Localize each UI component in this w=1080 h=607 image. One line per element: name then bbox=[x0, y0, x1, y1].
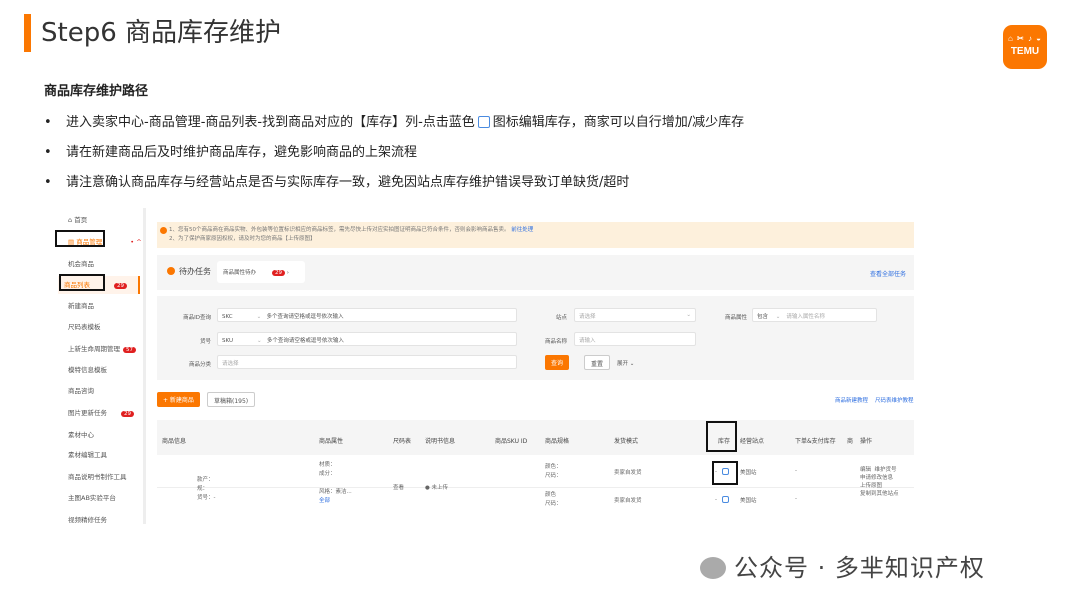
sidebar-item[interactable]: 图片更新任务 29 bbox=[68, 407, 134, 417]
drafts-button[interactable]: 草稿箱(195) bbox=[207, 392, 256, 407]
site-select[interactable]: 请选择 ⌄ bbox=[574, 308, 696, 322]
search-button[interactable]: 查询 bbox=[545, 355, 570, 370]
spec: 颜色： 尺码： bbox=[545, 464, 562, 479]
copy-to-site-link[interactable]: 复制到其他站点 bbox=[860, 491, 899, 497]
label: 站点 bbox=[555, 315, 567, 321]
sidebar: ⌂ 首页 ▤ 商品管理 • ^ 机会商品 商品列表 29 新建商品 尺码表模板 上… bbox=[52, 208, 146, 524]
alert-link[interactable]: 前往处理 bbox=[511, 227, 533, 233]
sidebar-item[interactable]: 模特信息模板 bbox=[68, 364, 107, 374]
product-attributes: 材质： 成分： 风格：素洁... 全部 bbox=[319, 462, 352, 504]
label: 商品名称 bbox=[544, 339, 567, 345]
new-product-button[interactable]: + 新建商品 bbox=[157, 392, 200, 407]
slide-title: Step6 商品库存维护 bbox=[41, 18, 282, 48]
bullet-3: • 请注意确认商品库存与经营站点是否与实际库存一致，避免因站点库存维护错误导致订单… bbox=[44, 175, 630, 190]
expand-toggle[interactable]: 展开 ⌄ bbox=[617, 359, 634, 367]
product-name-input[interactable]: 请输入 bbox=[574, 332, 696, 346]
column-header: 经营站点 bbox=[740, 438, 765, 445]
todo-title: 待办任务 bbox=[179, 267, 211, 276]
manual-status: ● 未上传 bbox=[425, 485, 449, 491]
row-divider bbox=[157, 487, 914, 488]
view-all-tasks-link[interactable]: 查看全部任务 bbox=[870, 269, 906, 278]
column-header: 尺码表 bbox=[393, 438, 412, 445]
site: 美国站 bbox=[740, 498, 757, 504]
reset-button[interactable]: 重置 bbox=[584, 355, 611, 370]
watermark: 公众号 · 多芈知识产权 bbox=[700, 548, 985, 583]
todo-icon bbox=[167, 267, 175, 275]
upload-original-link[interactable]: 上传原图 bbox=[860, 483, 882, 489]
shipping-mode: 卖家自发货 bbox=[614, 470, 642, 476]
guide-link[interactable]: 尺码表维护教程 bbox=[875, 396, 914, 404]
column-header: 操作 bbox=[860, 438, 873, 445]
sidebar-item[interactable]: 尺码表模板 bbox=[68, 321, 101, 331]
label: 商品分类 bbox=[188, 362, 211, 368]
label: 货号 bbox=[199, 339, 211, 345]
edit-stock-icon[interactable] bbox=[721, 496, 729, 503]
column-header: 商品SKU ID bbox=[495, 438, 528, 445]
sidebar-item-home[interactable]: ⌂ 首页 bbox=[68, 214, 87, 224]
column-header: 商品信息 bbox=[162, 438, 187, 445]
highlight-box bbox=[59, 274, 105, 291]
site: 美国站 bbox=[740, 470, 757, 476]
product-id-input[interactable]: SKC ⌄ 多个查询请空格或逗号依次输入 bbox=[217, 308, 517, 322]
product-info: 款产： 规： 货号：- bbox=[197, 477, 216, 501]
label: 商品ID查询 bbox=[183, 315, 211, 321]
todo-item[interactable]: 商品属性待办 29 › bbox=[217, 261, 305, 283]
spec: 颜色 尺码： bbox=[545, 492, 562, 507]
sidebar-item[interactable]: 商品说明书制作工具 bbox=[68, 471, 127, 481]
sku-code-input[interactable]: SKU ⌄ 多个查询请空格或逗号依次输入 bbox=[217, 332, 517, 346]
edit-link[interactable]: 编辑 bbox=[860, 467, 871, 473]
column-header: 下单&支付库存 bbox=[795, 438, 836, 445]
row-actions: 编辑 维护货号申请修改信息 上传原图复制到其他站点 bbox=[860, 466, 899, 498]
highlight-box bbox=[712, 461, 738, 485]
column-header: 商 bbox=[847, 438, 854, 445]
sidebar-item[interactable]: 视频精修任务 bbox=[68, 514, 107, 524]
label: 商品属性 bbox=[724, 315, 747, 321]
sidebar-item[interactable]: 新建商品 bbox=[68, 300, 94, 310]
title-accent-bar bbox=[24, 14, 31, 52]
alert-banner: 1、您有50个商品商在商品实物、外包装等位置标识相应的商品标签，需先尽快上传对应… bbox=[157, 222, 914, 248]
maintain-code-link[interactable]: 维护货号 bbox=[875, 467, 897, 473]
guide-link[interactable]: 商品新建教程 bbox=[835, 396, 868, 404]
column-header: 说明书信息 bbox=[425, 438, 456, 445]
sidebar-item[interactable]: 素材中心 bbox=[68, 429, 94, 439]
seller-center-screenshot: ⌂ 首页 ▤ 商品管理 • ^ 机会商品 商品列表 29 新建商品 尺码表模板 上… bbox=[52, 208, 916, 524]
sidebar-item[interactable]: 素材编辑工具 bbox=[68, 449, 107, 459]
all-attributes-link[interactable]: 全部 bbox=[319, 498, 330, 504]
main-content: 1、您有50个商品商在商品实物、外包装等位置标识相应的商品标签，需先尽快上传对应… bbox=[157, 208, 916, 524]
column-header: 商品规格 bbox=[545, 438, 570, 445]
bullet-2: • 请在新建商品后及时维护商品库存，避免影响商品的上架流程 bbox=[44, 145, 418, 160]
column-header: 发货模式 bbox=[614, 438, 639, 445]
attribute-input[interactable]: 包含 ⌄ 请输入属性名称 bbox=[752, 308, 877, 322]
paid-stock: - bbox=[795, 468, 797, 474]
sidebar-item[interactable]: 机会商品 bbox=[68, 258, 94, 268]
todo-panel: 待办任务 商品属性待办 29 › 查看全部任务 bbox=[157, 255, 914, 290]
filter-panel: 商品ID查询 SKC ⌄ 多个查询请空格或逗号依次输入 货号 SKU ⌄ 多个查询请… bbox=[157, 296, 914, 380]
edit-icon bbox=[477, 116, 490, 128]
section-subtitle: 商品库存维护路径 bbox=[44, 84, 149, 99]
highlight-box bbox=[706, 421, 737, 452]
shipping-mode: 卖家自发货 bbox=[614, 498, 642, 504]
temu-logo: ⌂ ✂ ♪ ◒ TEMU bbox=[1003, 25, 1047, 69]
bullet-1: • 进入卖家中心-商品管理-商品列表-找到商品对应的【库存】列-点击蓝色 图标编辑库… bbox=[44, 115, 745, 130]
sidebar-item[interactable]: 上新生命周期管理 57 bbox=[68, 343, 136, 353]
request-change-link[interactable]: 申请修改信息 bbox=[860, 475, 893, 481]
sidebar-item[interactable]: 主图AB实验平台 bbox=[68, 492, 116, 502]
sidebar-item[interactable]: 商品咨询 bbox=[68, 385, 94, 395]
view-size-table-link[interactable]: 查看 bbox=[393, 483, 404, 491]
category-select[interactable]: 请选择 bbox=[217, 355, 517, 369]
stock-cell: - bbox=[715, 496, 732, 503]
highlight-box bbox=[55, 230, 105, 247]
column-header: 商品属性 bbox=[319, 438, 344, 445]
wechat-icon bbox=[700, 557, 726, 579]
warning-icon bbox=[160, 227, 167, 234]
paid-stock: - bbox=[795, 496, 797, 502]
